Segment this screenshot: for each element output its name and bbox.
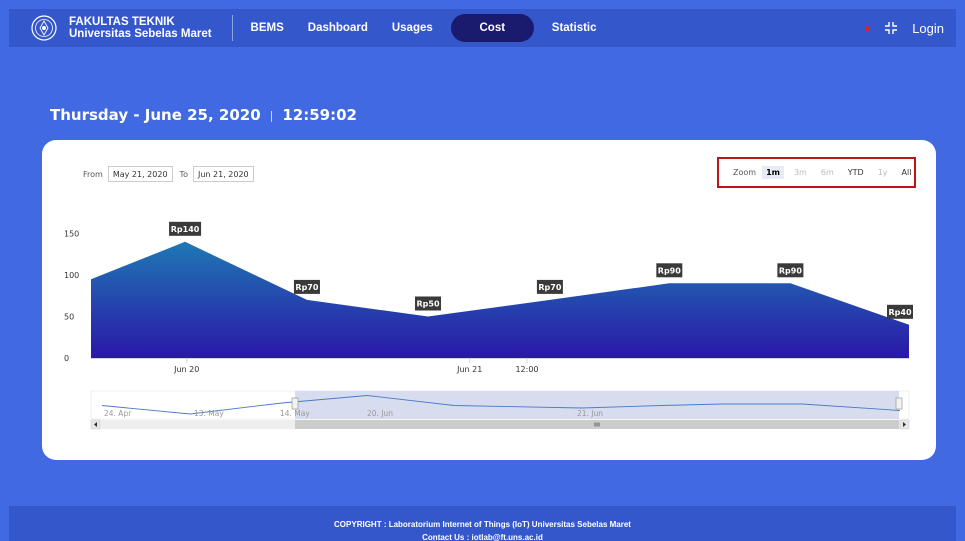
footer: COPYRIGHT : Laboratorium Internet of Thi… — [9, 506, 956, 541]
nav-bems[interactable]: BEMS — [251, 22, 284, 34]
data-label: Rp70 — [536, 279, 563, 294]
y-tick-label: 0 — [64, 354, 69, 363]
navigator-tick-label: 21. Jun — [577, 409, 603, 418]
login-link[interactable]: Login — [912, 21, 944, 36]
data-label-text: Rp70 — [538, 283, 561, 292]
x-tick-label: Jun 21 — [456, 365, 482, 374]
navigator-tick-label: 24. Apr — [104, 409, 132, 418]
navigator[interactable]: 24. Apr 13. May 14. May 20. Jun 21. Jun — [90, 390, 910, 430]
data-label-text: Rp50 — [417, 300, 440, 309]
data-label-text: Rp140 — [171, 225, 200, 234]
datetime-header: Thursday - June 25, 2020 | 12:59:02 — [50, 106, 357, 124]
current-time: 12:59:02 — [282, 106, 357, 124]
brand[interactable]: FAKULTAS TEKNIK Universitas Sebelas Mare… — [31, 9, 212, 47]
fullscreen-exit-icon[interactable] — [884, 21, 898, 35]
footer-copyright: COPYRIGHT : Laboratorium Internet of Thi… — [334, 520, 631, 529]
cost-area-chart: 0 50 100 150 Jun 20 Jun 21 12:00 Rp140 Rp70 Rp5… — [64, 221, 913, 430]
data-label: Rp40 — [887, 304, 913, 319]
y-tick-label: 100 — [64, 271, 79, 280]
y-tick-label: 150 — [64, 230, 79, 239]
nav-statistic[interactable]: Statistic — [552, 22, 597, 34]
data-label: Rp90 — [777, 263, 804, 278]
cost-area-series — [91, 241, 909, 358]
nav-cost-label: Cost — [479, 22, 506, 34]
brand-line-2: Universitas Sebelas Maret — [69, 28, 212, 40]
x-tick-label: Jun 20 — [173, 365, 199, 374]
top-navbar: FAKULTAS TEKNIK Universitas Sebelas Mare… — [9, 9, 956, 47]
brand-line-1: FAKULTAS TEKNIK — [69, 16, 175, 28]
nav-divider — [231, 15, 233, 41]
data-label-text: Rp70 — [295, 283, 318, 292]
cost-chart-card: From May 21, 2020 To Jun 21, 2020 Zoom 1… — [42, 140, 936, 460]
nav-usages[interactable]: Usages — [392, 22, 433, 34]
navigator-tick-label: 13. May — [194, 409, 224, 418]
status-dot-icon — [865, 25, 871, 31]
datetime-separator: | — [269, 108, 274, 122]
y-tick-label: 50 — [64, 313, 74, 322]
data-label: Rp140 — [169, 221, 202, 236]
data-label-text: Rp40 — [888, 308, 911, 317]
nav-dashboard[interactable]: Dashboard — [308, 22, 368, 34]
navigator-tick-label: 14. May — [280, 409, 310, 418]
data-label: Rp70 — [293, 279, 320, 294]
current-date: Thursday - June 25, 2020 — [50, 106, 261, 124]
footer-contact[interactable]: Contact Us : iotlab@ft.uns.ac.id — [9, 531, 956, 541]
navigator-left-handle[interactable] — [291, 397, 299, 410]
data-label-text: Rp90 — [658, 266, 681, 275]
data-label: Rp50 — [415, 296, 442, 311]
data-label-text: Rp90 — [779, 266, 802, 275]
university-logo-icon — [31, 15, 57, 41]
x-tick-label: 12:00 — [515, 365, 538, 374]
data-label: Rp90 — [656, 263, 683, 278]
navigator-right-handle[interactable] — [895, 397, 903, 410]
nav-cost[interactable]: Cost — [450, 14, 534, 42]
navigator-tick-label: 20. Jun — [367, 409, 393, 418]
